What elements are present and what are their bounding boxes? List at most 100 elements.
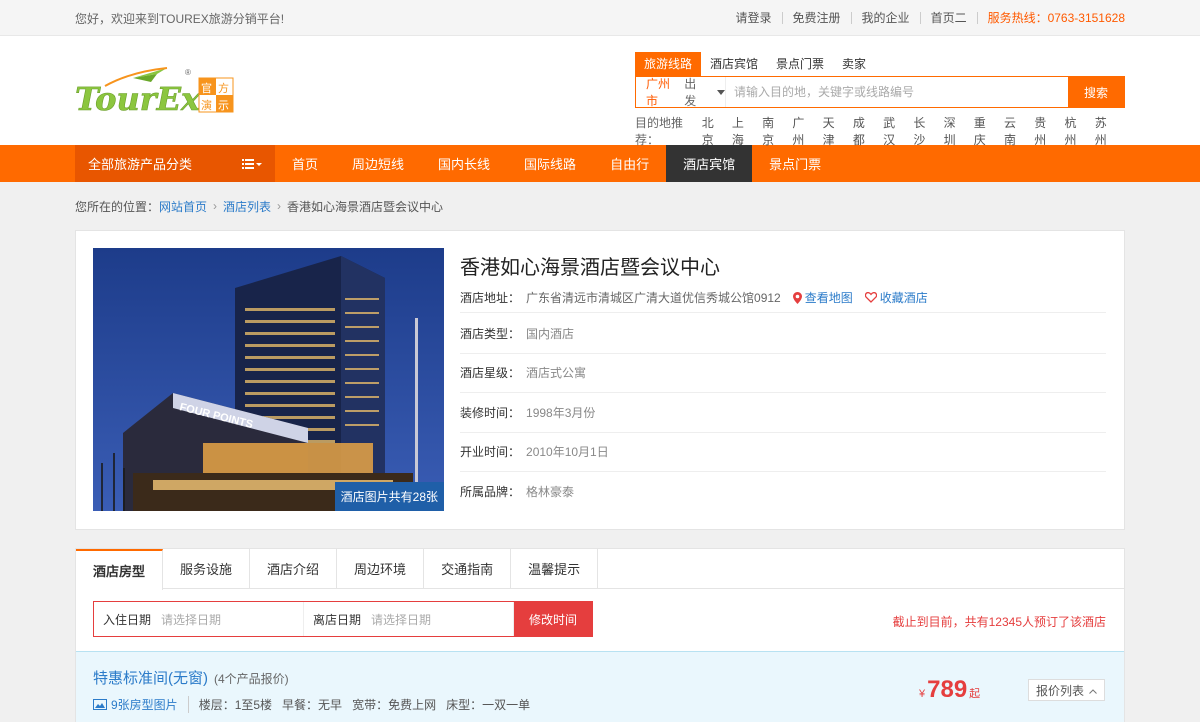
- change-date-button[interactable]: 修改时间: [514, 602, 592, 636]
- row-value: 国内酒店: [526, 326, 575, 341]
- checkin-placeholder: 请选择日期: [161, 612, 222, 627]
- breadcrumb-hotel-list[interactable]: 酒店列表: [223, 198, 271, 215]
- top-links: 请登录 免费注册 我的企业 首页二 服务热线：0763-3151628: [726, 12, 1125, 24]
- price-list-label: 报价列表: [1035, 683, 1084, 698]
- row-label: 所属品牌：: [460, 485, 521, 500]
- nav-domestic[interactable]: 国内长线: [421, 145, 507, 182]
- nav-hotels[interactable]: 酒店宾馆: [666, 145, 753, 182]
- date-picker-bar: 入住日期 请选择日期 离店日期 请选择日期 修改时间: [93, 601, 593, 637]
- room-pictures-label: 9张房型图片: [111, 698, 178, 712]
- row-value: 酒店式公寓: [526, 366, 587, 381]
- tab-introduction[interactable]: 酒店介绍: [250, 549, 338, 588]
- depart-label: 出发: [684, 77, 697, 108]
- view-map-label: 查看地图: [804, 291, 853, 305]
- chevron-down-icon: [717, 89, 725, 95]
- all-categories-menu[interactable]: 全部旅游产品分类: [75, 145, 275, 182]
- row-label: 酒店类型：: [460, 326, 521, 341]
- hotel-photo[interactable]: FOUR POINTS 酒店图片共有28张: [93, 248, 444, 511]
- currency-symbol: ¥: [919, 688, 926, 700]
- price-suffix: 起: [969, 688, 981, 700]
- room-breakfast: 早餐：无早: [282, 698, 343, 712]
- departure-city-select[interactable]: 广州市 出发: [636, 77, 726, 108]
- view-map-link[interactable]: 查看地图: [792, 289, 853, 306]
- booking-count-text: 截止到目前，共有12345人预订了该酒店: [892, 615, 1106, 629]
- tab-surroundings[interactable]: 周边环境: [337, 549, 425, 588]
- dest-link[interactable]: 苏州: [1095, 114, 1117, 148]
- dest-link[interactable]: 重庆: [974, 114, 996, 148]
- hotel-type-row: 酒店类型： 国内酒店: [460, 314, 1106, 354]
- tab-transport[interactable]: 交通指南: [424, 549, 512, 588]
- site-logo[interactable]: TourEx 官 方 演 示 ®: [75, 64, 235, 118]
- search-tab-routes[interactable]: 旅游线路: [635, 52, 702, 76]
- photo-count-badge[interactable]: 酒店图片共有28张: [334, 482, 444, 511]
- row-value: 格林豪泰: [526, 485, 575, 500]
- nav-international[interactable]: 国际线路: [507, 145, 593, 182]
- checkin-label: 入住日期: [103, 612, 152, 627]
- dest-link[interactable]: 云南: [1004, 114, 1026, 148]
- list-icon: [242, 158, 262, 170]
- nav-tickets[interactable]: 景点门票: [752, 145, 838, 182]
- dest-link[interactable]: 北京: [702, 114, 724, 148]
- search-tab-tickets[interactable]: 景点门票: [767, 52, 833, 76]
- chevron-right-icon: ›: [213, 199, 218, 213]
- header: TourEx 官 方 演 示 ® 旅游线路 酒店宾馆 景点门票 卖家 广州市 出…: [0, 36, 1200, 148]
- dest-link[interactable]: 广州: [792, 114, 814, 148]
- city-name: 广州市: [646, 77, 671, 108]
- dest-link[interactable]: 上海: [732, 114, 754, 148]
- hotel-details-section: 酒店房型 服务设施 酒店介绍 周边环境 交通指南 温馨提示 入住日期 请选择日期…: [75, 548, 1125, 722]
- welcome-text: 您好，欢迎来到TOUREX旅游分销平台!: [75, 11, 285, 26]
- dest-link[interactable]: 成都: [853, 114, 875, 148]
- row-label: 装修时间：: [460, 405, 521, 420]
- hotel-renovation-row: 装修时间： 1998年3月份: [460, 393, 1106, 433]
- image-icon: [93, 699, 107, 710]
- top-bar: 您好，欢迎来到TOUREX旅游分销平台! 请登录 免费注册 我的企业 首页二 服…: [0, 0, 1200, 36]
- svg-text:演: 演: [201, 98, 212, 112]
- checkin-field[interactable]: 入住日期 请选择日期: [94, 602, 304, 636]
- breadcrumb-prefix: 您所在的位置：: [75, 199, 160, 214]
- search-button[interactable]: 搜索: [1068, 77, 1124, 107]
- row-label: 开业时间：: [460, 445, 521, 460]
- tab-tips[interactable]: 温馨提示: [511, 549, 599, 588]
- nav-short-trips[interactable]: 周边短线: [335, 145, 421, 182]
- svg-text:示: 示: [218, 99, 229, 112]
- svg-text:官: 官: [201, 81, 212, 95]
- tab-room-types[interactable]: 酒店房型: [76, 549, 164, 590]
- heart-icon: [864, 292, 877, 303]
- dest-link[interactable]: 杭州: [1065, 114, 1087, 148]
- search-tab-hotels[interactable]: 酒店宾馆: [701, 52, 767, 76]
- checkout-field[interactable]: 离店日期 请选择日期: [304, 602, 514, 636]
- dest-link[interactable]: 长沙: [913, 114, 935, 148]
- hotel-card: FOUR POINTS 酒店图片共有28张 香港如心海景酒店暨会议中心 酒店地址…: [75, 230, 1125, 530]
- nav-free-travel[interactable]: 自由行: [593, 145, 666, 182]
- dest-link[interactable]: 天津: [823, 114, 845, 148]
- dest-link[interactable]: 武汉: [883, 114, 905, 148]
- room-name[interactable]: 特惠标准间(无窗): [93, 670, 208, 687]
- hotel-address-row: 酒店地址： 广东省清远市清城区广清大道优信秀城公馆0912 查看地图 收藏酒店: [460, 283, 1106, 313]
- nav-home[interactable]: 首页: [275, 145, 335, 182]
- hotel-opening-row: 开业时间： 2010年10月1日: [460, 433, 1106, 472]
- favorite-label: 收藏酒店: [879, 291, 928, 305]
- breadcrumb-home[interactable]: 网站首页: [159, 198, 207, 215]
- detail-tabs: 酒店房型 服务设施 酒店介绍 周边环境 交通指南 温馨提示: [76, 549, 1124, 590]
- room-title: 特惠标准间(无窗) (4个产品报价): [93, 667, 289, 688]
- login-link[interactable]: 请登录: [726, 12, 782, 24]
- price-list-toggle[interactable]: 报价列表: [1028, 679, 1105, 701]
- address-label: 酒店地址：: [460, 291, 521, 305]
- dest-link[interactable]: 南京: [762, 114, 784, 148]
- dest-label: 目的地推荐：: [635, 116, 684, 147]
- favorite-hotel-link[interactable]: 收藏酒店: [864, 289, 928, 306]
- search-tab-sellers[interactable]: 卖家: [833, 52, 875, 76]
- chevron-up-icon: [1089, 683, 1097, 697]
- dest-link[interactable]: 贵州: [1034, 114, 1056, 148]
- dest-link[interactable]: 深圳: [944, 114, 966, 148]
- search-panel: 旅游线路 酒店宾馆 景点门票 卖家 广州市 出发 搜索 目的地推荐： 北京 上海…: [635, 52, 1125, 148]
- tab-facilities[interactable]: 服务设施: [163, 549, 251, 588]
- logo-graphic: TourEx 官 方 演 示 ®: [75, 67, 234, 118]
- search-input[interactable]: [726, 77, 1068, 107]
- hotel-name: 香港如心海景酒店暨会议中心: [460, 257, 720, 279]
- my-company-link[interactable]: 我的企业: [850, 12, 920, 24]
- room-pictures-link[interactable]: 9张房型图片: [93, 696, 189, 713]
- home2-link[interactable]: 首页二: [919, 12, 977, 24]
- breadcrumb-current: 香港如心海景酒店暨会议中心: [287, 199, 444, 214]
- register-link[interactable]: 免费注册: [781, 12, 851, 24]
